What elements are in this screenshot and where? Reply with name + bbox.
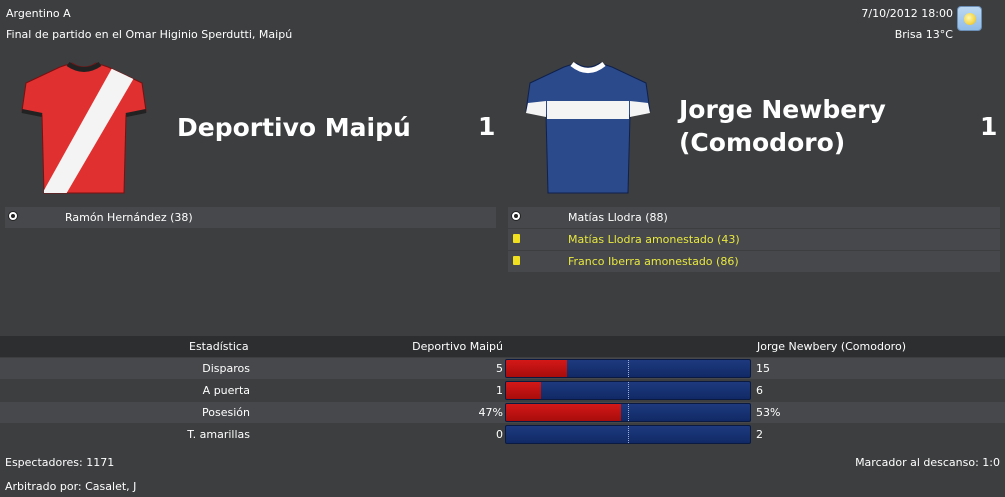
stat-comparison-bar [505,359,751,378]
stat-label: A puerta [202,384,250,397]
match-datetime: 7/10/2012 18:00 [861,7,953,20]
stat-away-value: 53% [756,406,781,419]
home-team-name[interactable]: Deportivo Maipú [177,111,411,144]
stat-away-value: 2 [756,428,763,441]
soccer-ball-icon [511,211,521,221]
away-shirt-icon [525,61,651,194]
stat-away-value: 6 [756,384,763,397]
stat-home-value: 47% [478,406,503,419]
stats-header-home: Deportivo Maipú [412,340,503,353]
stat-home-value: 5 [496,362,503,375]
bar-midline [628,404,629,421]
away-event-row: Franco Iberra amonestado (86) [508,251,1000,272]
away-team-name-line2: (Comodoro) [679,128,846,157]
away-event-text[interactable]: Matías Llodra (88) [568,207,668,228]
away-event-text[interactable]: Franco Iberra amonestado (86) [568,251,739,272]
stat-home-value: 0 [496,428,503,441]
stat-comparison-bar [505,381,751,400]
stat-home-value: 1 [496,384,503,397]
stat-home-fill [506,360,567,377]
sunny-weather-icon [957,6,982,31]
away-team-name-line1: Jorge Newbery [679,95,886,124]
away-score: 1 [980,112,998,141]
referee[interactable]: Arbitrado por: Casalet, J [5,480,136,493]
stat-away-value: 15 [756,362,770,375]
bar-midline [628,360,629,377]
attendance: Espectadores: 1171 [5,456,115,469]
weather-text: Brisa 13°C [894,28,953,41]
away-team-name[interactable]: Jorge Newbery (Comodoro) [679,93,886,159]
away-event-row: Matías Llodra amonestado (43) [508,229,1000,250]
stat-comparison-bar [505,425,751,444]
halftime-score: Marcador al descanso: 1:0 [855,456,1000,469]
stats-header-away: Jorge Newbery (Comodoro) [757,340,906,353]
stat-label: T. amarillas [187,428,250,441]
stat-home-fill [506,382,541,399]
stats-header-label: Estadística [189,340,249,353]
bar-midline [628,382,629,399]
stat-home-fill [506,404,621,421]
stats-panel: Estadística Deportivo Maipú Jorge Newber… [0,336,1005,448]
home-event-row: Ramón Hernández (38) [5,207,496,228]
home-shirt-icon [21,61,147,194]
competition-name[interactable]: Argentino A [6,7,71,20]
home-event-text[interactable]: Ramón Hernández (38) [65,207,193,228]
yellow-card-icon [513,256,520,265]
soccer-ball-icon [8,211,18,221]
bar-midline [628,426,629,443]
stat-label: Posesión [202,406,250,419]
yellow-card-icon [513,234,520,243]
match-status-venue: Final de partido en el Omar Higinio Sper… [6,28,293,41]
home-score: 1 [478,112,496,141]
stat-comparison-bar [505,403,751,422]
stat-label: Disparos [202,362,250,375]
away-event-row: Matías Llodra (88) [508,207,1000,228]
away-event-text[interactable]: Matías Llodra amonestado (43) [568,229,740,250]
